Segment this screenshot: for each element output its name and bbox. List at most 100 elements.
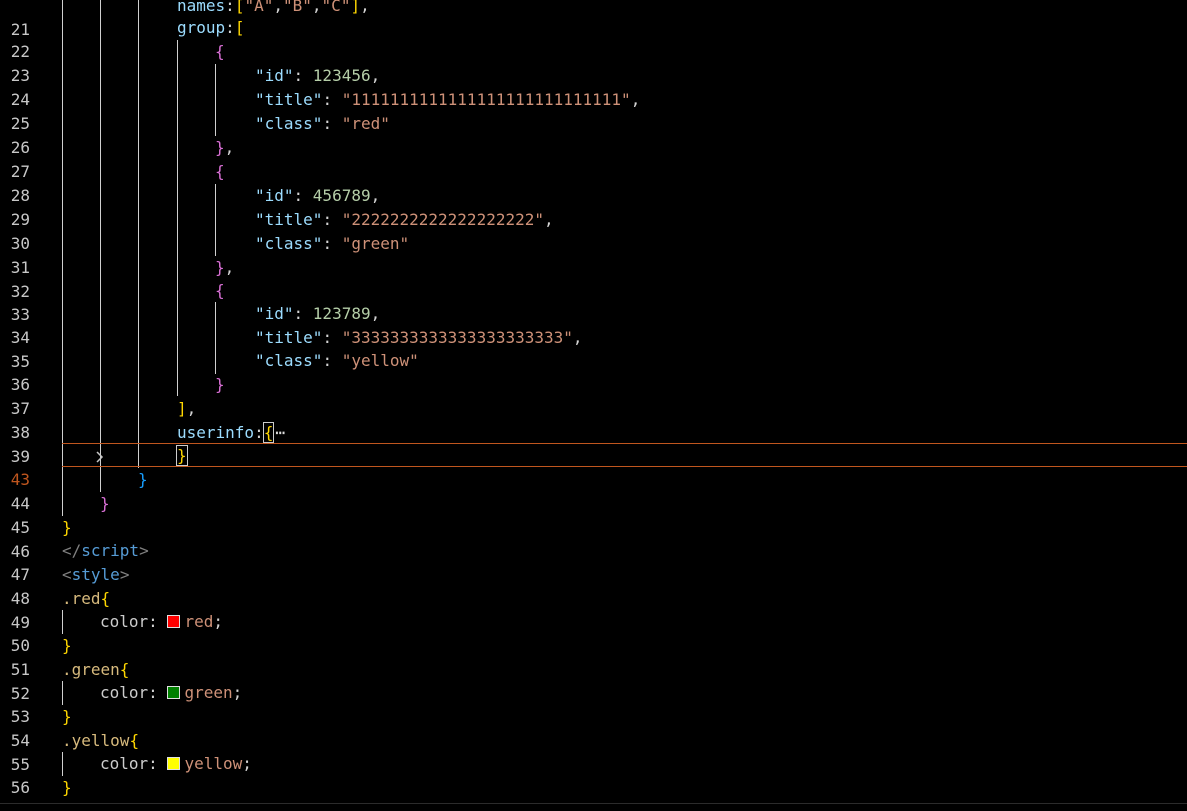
line-content[interactable]: } xyxy=(62,634,72,658)
brace: { xyxy=(215,42,225,61)
json-key: "title" xyxy=(255,210,323,229)
json-key: "class" xyxy=(255,234,323,253)
line-content[interactable]: "class": "yellow" xyxy=(255,349,419,373)
brace: } xyxy=(62,707,72,726)
line-content[interactable]: } xyxy=(176,444,188,468)
line-content[interactable]: "id": 123789, xyxy=(255,302,380,326)
chevron-right-icon[interactable] xyxy=(40,421,104,463)
string-item: "A" xyxy=(244,0,274,15)
semicolon: ; xyxy=(213,612,223,631)
line-content[interactable]: </script> xyxy=(62,539,149,563)
line-content[interactable]: group:[ xyxy=(177,16,244,40)
line-content[interactable]: } xyxy=(62,776,72,800)
line-content[interactable]: { xyxy=(215,160,225,184)
code-line[interactable]: 53 color: green; xyxy=(0,681,1187,726)
line-content[interactable]: } xyxy=(100,492,110,516)
bracket: [ xyxy=(234,0,245,15)
code-line[interactable]: 23 { xyxy=(0,40,1187,85)
line-content[interactable]: { xyxy=(215,279,225,303)
line-content[interactable]: "class": "red" xyxy=(255,112,390,136)
code-line[interactable]: 38 ], xyxy=(0,397,1187,442)
string-value: "2222222222222222222" xyxy=(341,210,544,229)
line-content[interactable]: "title": "2222222222222222222", xyxy=(255,208,554,232)
code-line[interactable]: 49 .red{ xyxy=(0,587,1187,632)
code-line[interactable]: 45 } xyxy=(0,492,1187,537)
line-content[interactable]: "id": 123456, xyxy=(255,64,380,88)
code-line[interactable]: 46 } xyxy=(0,516,1187,561)
json-key: "id" xyxy=(255,66,294,85)
json-key: "id" xyxy=(255,304,294,323)
comma: , xyxy=(273,0,283,15)
code-line[interactable]: 28 { xyxy=(0,160,1187,205)
code-line[interactable]: 24 "id": 123456, xyxy=(0,64,1187,109)
css-selector: .yellow xyxy=(62,731,130,750)
code-line[interactable]: 47 </script> xyxy=(0,539,1187,584)
code-line[interactable]: 29 "id": 456789, xyxy=(0,184,1187,229)
code-line[interactable]: 54 } xyxy=(0,705,1187,750)
colon: : xyxy=(322,234,342,253)
line-content[interactable]: } xyxy=(138,468,148,492)
code-line[interactable]: 26 "class": "red" xyxy=(0,112,1187,157)
code-line[interactable]: 57 } xyxy=(0,776,1187,811)
tag-name: style xyxy=(71,565,120,584)
color-swatch[interactable] xyxy=(167,757,181,770)
string-value: "red" xyxy=(341,114,390,133)
code-line[interactable]: 55 .yellow{ xyxy=(0,729,1187,774)
colon: : xyxy=(322,114,342,133)
brace: { xyxy=(119,660,130,679)
code-line[interactable]: 30 "title": "2222222222222222222", xyxy=(0,208,1187,253)
line-content[interactable]: }, xyxy=(215,136,234,160)
code-line[interactable]: 25 "title": "111111111111111111111111111… xyxy=(0,88,1187,133)
line-content[interactable]: } xyxy=(62,516,72,540)
color-swatch[interactable] xyxy=(167,686,181,699)
code-line[interactable]: 22 group:[ xyxy=(0,16,1187,61)
code-line[interactable]: 48 <style> xyxy=(0,563,1187,608)
line-content[interactable]: } xyxy=(215,373,225,397)
brace: { xyxy=(215,162,225,181)
semicolon: ; xyxy=(242,754,252,773)
code-line[interactable]: 36 "class": "yellow" xyxy=(0,349,1187,394)
line-content[interactable]: .green{ xyxy=(62,658,129,682)
number-value: 123789 xyxy=(312,304,371,323)
code-line[interactable]: 31 "class": "green" xyxy=(0,232,1187,277)
code-line[interactable]: 51 } xyxy=(0,634,1187,679)
code-line[interactable]: 32 }, xyxy=(0,256,1187,301)
code-editor[interactable]: 21 names:["A","B","C"], 22 group:[ 23 { … xyxy=(0,0,1187,811)
line-content[interactable]: } xyxy=(62,705,72,729)
colon: : xyxy=(293,186,313,205)
css-selector: .red xyxy=(62,589,101,608)
line-content[interactable]: color: yellow; xyxy=(100,752,252,776)
line-content[interactable]: <style> xyxy=(62,563,129,587)
code-line[interactable]: 35 "title": "3333333333333333333333", xyxy=(0,326,1187,371)
line-content[interactable]: color: red; xyxy=(100,610,223,634)
code-line[interactable]: 56 color: yellow; xyxy=(0,752,1187,797)
css-value: green xyxy=(184,683,233,702)
code-line[interactable]: 37 } xyxy=(0,373,1187,418)
line-content[interactable]: .yellow{ xyxy=(62,729,139,753)
code-line[interactable]: 50 color: red; xyxy=(0,610,1187,655)
code-line[interactable]: 34 "id": 123789, xyxy=(0,302,1187,347)
code-line[interactable]: 27 }, xyxy=(0,136,1187,181)
line-content[interactable]: ], xyxy=(177,397,196,421)
line-content[interactable]: "id": 456789, xyxy=(255,184,380,208)
string-value: "green" xyxy=(341,234,410,253)
line-content[interactable]: }, xyxy=(215,256,234,280)
code-line[interactable]: 33 { xyxy=(0,279,1187,324)
line-content[interactable]: .red{ xyxy=(62,587,110,611)
line-content[interactable]: { xyxy=(215,40,225,64)
color-swatch[interactable] xyxy=(167,615,181,628)
line-content[interactable]: userinfo:{⋯ xyxy=(177,421,285,445)
css-value: red xyxy=(184,612,214,631)
folded-ellipsis[interactable]: ⋯ xyxy=(275,421,285,445)
code-line[interactable]: 52 .green{ xyxy=(0,658,1187,703)
code-line[interactable]: 39 userinfo:{⋯ xyxy=(0,421,1187,466)
json-key: "title" xyxy=(255,328,323,347)
brace: } xyxy=(100,494,110,513)
line-content[interactable]: "title": "1111111111111111111111111111", xyxy=(255,88,640,112)
code-line-current[interactable]: 43 } xyxy=(0,444,1187,489)
colon: : xyxy=(254,423,264,442)
line-content[interactable]: "title": "3333333333333333333333", xyxy=(255,326,583,350)
line-content[interactable]: color: green; xyxy=(100,681,242,705)
code-line[interactable]: 44 } xyxy=(0,468,1187,513)
line-content[interactable]: "class": "green" xyxy=(255,232,409,256)
